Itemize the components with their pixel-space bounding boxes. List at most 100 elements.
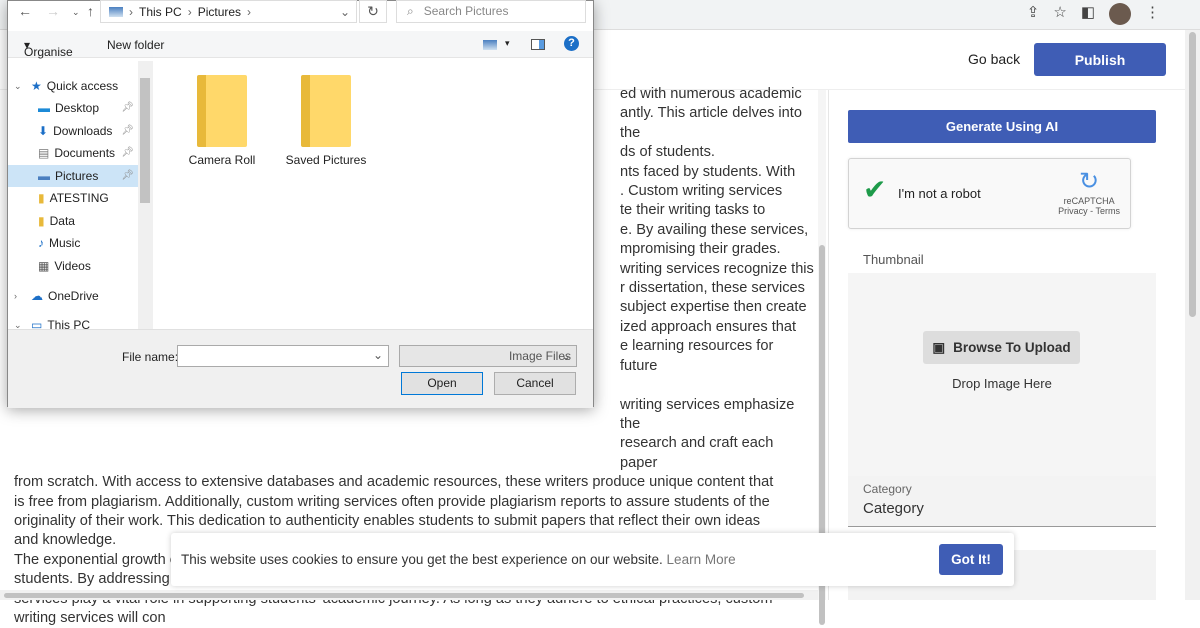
- page-scrollbar[interactable]: [1185, 30, 1200, 600]
- file-name-input[interactable]: ⌄: [177, 345, 389, 367]
- tree-scrollbar[interactable]: [138, 61, 153, 329]
- file-type-select[interactable]: Image Files ⌄: [399, 345, 577, 367]
- tree-item-documents[interactable]: ▤ Documents 📌︎: [8, 142, 138, 164]
- article-line: nts faced by students. With: [620, 163, 796, 180]
- article-line: research and craft each paper: [620, 435, 774, 471]
- folder-saved-pictures[interactable]: Saved Pictures: [281, 75, 371, 167]
- share-icon[interactable]: ⇪: [1027, 3, 1040, 25]
- star-icon[interactable]: ☆: [1053, 3, 1066, 25]
- browse-upload-button[interactable]: ▣ Browse To Upload: [923, 331, 1080, 364]
- music-icon: ♪: [38, 236, 44, 250]
- sidebar-icon[interactable]: ◧: [1081, 3, 1095, 25]
- article-line: ed with numerous academic: [620, 86, 802, 102]
- view-icon[interactable]: [483, 40, 497, 50]
- tree-item-videos[interactable]: ▦ Videos: [8, 255, 138, 277]
- tree-item-downloads[interactable]: ⬇ Downloads 📌︎: [8, 120, 138, 142]
- publish-button[interactable]: Publish: [1034, 43, 1166, 76]
- tree-item-this-pc[interactable]: ⌄ ▭ This PC: [8, 314, 138, 329]
- search-placeholder: Search Pictures: [423, 4, 509, 18]
- chevron-down-icon[interactable]: ⌄: [340, 5, 350, 19]
- tree-item-pictures[interactable]: ▬ Pictures 📌︎: [8, 165, 138, 187]
- tree-item-label: Downloads: [53, 124, 113, 138]
- preview-pane-icon[interactable]: [531, 39, 545, 50]
- tree-item-label: Pictures: [55, 169, 99, 183]
- learn-more-link[interactable]: Learn More: [667, 552, 736, 567]
- article-line: ized approach ensures that: [620, 318, 797, 335]
- file-list: Camera Roll Saved Pictures: [154, 61, 593, 329]
- pictures-icon: ▬: [38, 169, 50, 183]
- category-label: Category: [863, 482, 912, 496]
- tree-item-atesting[interactable]: ▮ ATESTING: [8, 187, 138, 209]
- article-line: is free from plagiarism. Additionally, c…: [14, 493, 770, 510]
- address-bar[interactable]: › This PC › Pictures › ⌄: [100, 0, 357, 23]
- article-line: subject expertise then create: [620, 299, 807, 316]
- tree-item-label: This PC: [47, 318, 91, 329]
- view-chevron-icon[interactable]: ▾: [505, 38, 510, 49]
- breadcrumb-pictures[interactable]: Pictures: [198, 5, 241, 19]
- open-button[interactable]: Open: [401, 372, 483, 395]
- new-folder-button[interactable]: New folder: [107, 38, 164, 52]
- article-scrollbar[interactable]: [818, 90, 826, 625]
- tree-item-data[interactable]: ▮ Data: [8, 210, 138, 232]
- search-icon: ⌕: [407, 4, 414, 18]
- go-back-button[interactable]: Go back: [968, 51, 1020, 67]
- pin-icon[interactable]: 📌︎: [121, 165, 134, 187]
- tree-item-desktop[interactable]: ▬ Desktop 📌︎: [8, 97, 138, 119]
- article-line: from scratch. With access to extensive d…: [14, 474, 774, 491]
- recent-chevron-icon[interactable]: ⌄: [72, 7, 80, 18]
- breadcrumb-this-pc[interactable]: This PC: [139, 5, 182, 19]
- videos-icon: ▦: [38, 259, 50, 273]
- article-line: ds of students.: [620, 144, 715, 161]
- star-icon: ★: [31, 79, 42, 93]
- navigation-tree: ⌄ ★ Quick access ▬ Desktop 📌︎ ⬇ Downloads 📌︎ ▤ Doc…: [8, 61, 154, 329]
- tree-item-label: Data: [49, 214, 75, 228]
- expand-chevron-icon[interactable]: ⌄: [14, 75, 26, 97]
- horizontal-scrollbar[interactable]: [0, 590, 818, 600]
- article-line: antly. This article delves into the: [620, 105, 802, 141]
- article-line: originality of their work. This dedicati…: [14, 512, 761, 529]
- pin-icon[interactable]: 📌︎: [121, 120, 134, 142]
- pin-icon[interactable]: 📌︎: [121, 142, 134, 164]
- menu-icon[interactable]: ⋮: [1145, 3, 1160, 25]
- dialog-footer: File name: ⌄ Image Files ⌄ Open Cancel: [8, 329, 593, 408]
- tree-item-music[interactable]: ♪ Music: [8, 232, 138, 254]
- organise-button[interactable]: Organise ▾: [24, 38, 73, 59]
- article-line: writing services recognize this: [620, 260, 814, 277]
- up-icon[interactable]: ↑: [87, 3, 94, 19]
- avatar[interactable]: [1109, 3, 1131, 25]
- expand-chevron-icon[interactable]: ⌄: [14, 314, 26, 329]
- tree-item-quick-access[interactable]: ⌄ ★ Quick access: [8, 75, 138, 97]
- recaptcha: ✔ I'm not a robot ↻ reCAPTCHA Privacy - …: [848, 158, 1131, 229]
- checkmark-icon[interactable]: ✔: [863, 173, 886, 206]
- folder-icon: [301, 75, 351, 147]
- recaptcha-brand: reCAPTCHA: [1063, 196, 1115, 206]
- forward-icon[interactable]: →: [46, 3, 60, 19]
- article-line: e learning resources for future: [620, 338, 774, 374]
- recaptcha-links[interactable]: Privacy - Terms: [1058, 206, 1120, 216]
- expand-chevron-icon[interactable]: ›: [14, 285, 26, 307]
- folder-icon: [197, 75, 247, 147]
- refresh-icon[interactable]: ↻: [359, 0, 387, 23]
- chevron-down-icon: ⌄: [560, 349, 571, 363]
- article-line: mpromising their grades.: [620, 241, 781, 258]
- cloud-icon: ☁: [31, 289, 43, 303]
- thumbnail-dropzone[interactable]: ▣ Browse To Upload Drop Image Here: [848, 273, 1156, 481]
- image-icon: ▣: [932, 339, 946, 355]
- search-input[interactable]: ⌕ Search Pictures: [396, 0, 586, 23]
- help-icon[interactable]: ?: [564, 36, 579, 51]
- tree-item-label: Music: [49, 236, 81, 250]
- generate-ai-button[interactable]: Generate Using AI: [848, 110, 1156, 143]
- folder-camera-roll[interactable]: Camera Roll: [177, 75, 267, 167]
- pin-icon[interactable]: 📌︎: [121, 97, 134, 119]
- folder-icon: ▮: [38, 214, 45, 228]
- got-it-button[interactable]: Got It!: [939, 544, 1003, 575]
- tree-item-onedrive[interactable]: › ☁ OneDrive: [8, 285, 138, 307]
- pc-icon: ▭: [31, 318, 43, 329]
- cancel-button[interactable]: Cancel: [494, 372, 576, 395]
- back-icon[interactable]: ←: [18, 3, 32, 19]
- tree-item-label: ATESTING: [49, 191, 109, 205]
- file-open-dialog: ← → ⌄ ↑ › This PC › Pictures › ⌄ ↻ ⌕ Searc…: [7, 0, 594, 408]
- article-line: te their writing tasks to: [620, 202, 766, 219]
- chevron-down-icon[interactable]: ⌄: [373, 348, 383, 362]
- category-select[interactable]: Category Category: [848, 476, 1156, 527]
